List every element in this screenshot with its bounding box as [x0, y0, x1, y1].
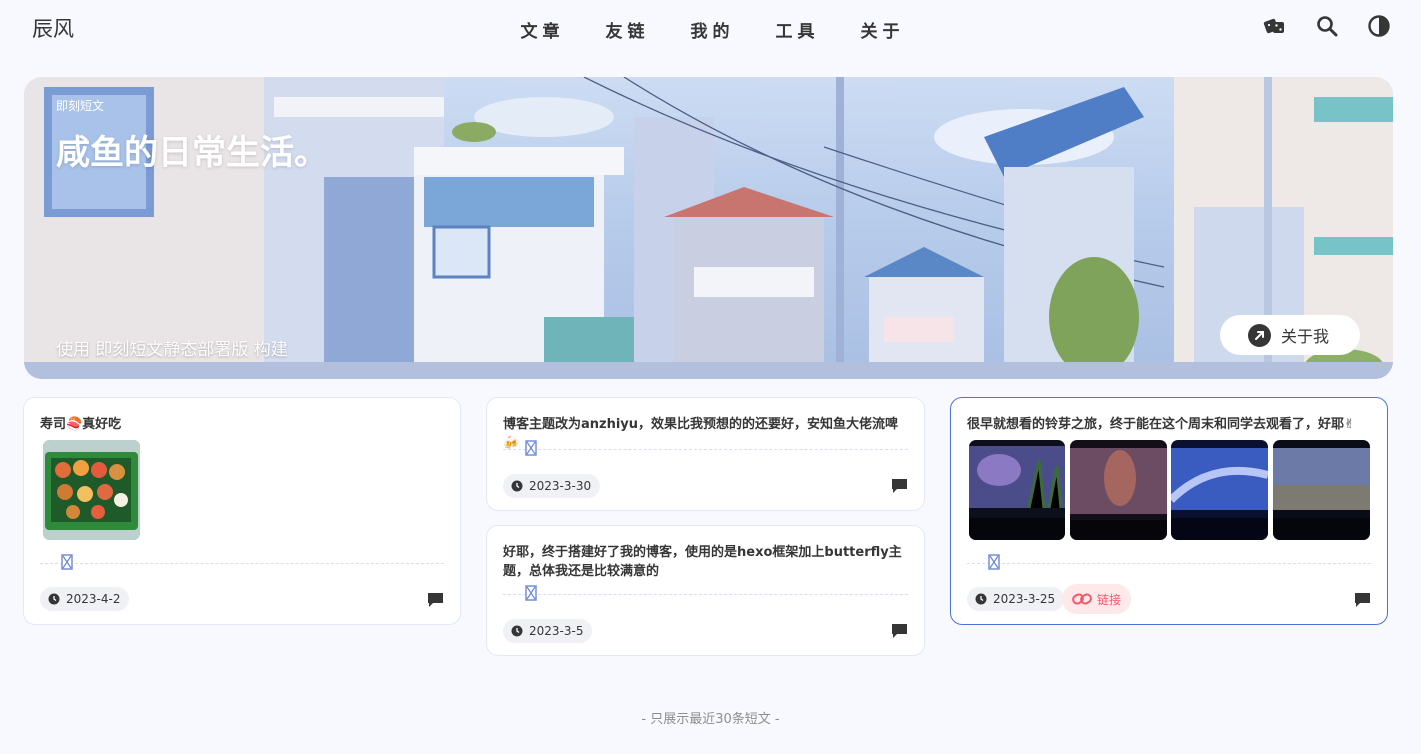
post-date: 2023-3-30: [503, 474, 601, 498]
comment-icon[interactable]: [427, 592, 444, 608]
movie-photo[interactable]: [969, 440, 1065, 540]
hourglass-icon: [988, 554, 1000, 570]
post-date: 2023-4-2: [40, 587, 130, 611]
nav-actions: [1263, 14, 1391, 38]
post-date-text: 2023-3-5: [529, 624, 584, 638]
hourglass-icon: [525, 585, 537, 601]
post-card[interactable]: 好耶，终于搭建好了我的博客，使用的是hexo框架加上butterfly主题，总体…: [486, 525, 925, 656]
post-text: 寿司🍣真好吃: [40, 417, 122, 432]
post-card[interactable]: 寿司🍣真好吃 2023-4-2: [23, 397, 461, 625]
top-nav: 辰风 文章 友链 我的 工具 关于: [0, 0, 1421, 54]
theme-toggle-icon[interactable]: [1367, 14, 1391, 38]
clock-icon: [48, 593, 60, 605]
post-text: 博客主题改为anzhiyu，效果比我预想的的还要好，安知鱼大佬流啤🍻: [503, 417, 899, 451]
link-icon: [1072, 593, 1092, 605]
post-text: 好耶，终于搭建好了我的博客，使用的是hexo框架加上butterfly主题，总体…: [503, 545, 902, 579]
hourglass-icon: [525, 440, 537, 456]
clock-icon: [975, 593, 987, 605]
comment-icon[interactable]: [891, 623, 908, 639]
post-date-text: 2023-3-25: [993, 592, 1056, 606]
menu-item-about[interactable]: 关于: [840, 17, 925, 42]
divider: [40, 563, 444, 564]
banner-tag: 即刻短文: [56, 99, 105, 113]
hourglass-icon: [61, 554, 73, 570]
post-text: 很早就想看的铃芽之旅，终于能在这个周末和同学去观看了，好耶✌: [967, 417, 1355, 432]
sushi-photo[interactable]: [43, 440, 140, 540]
banner-illustration: [24, 77, 1393, 379]
comment-icon[interactable]: [1354, 592, 1371, 608]
link-label: 链接: [1097, 592, 1122, 607]
footer-note: - 只展示最近30条短文 -: [641, 712, 780, 727]
clock-icon: [511, 625, 523, 637]
post-card[interactable]: 博客主题改为anzhiyu，效果比我预想的的还要好，安知鱼大佬流啤🍻 2023-…: [486, 397, 925, 511]
menu-item-friends[interactable]: 友链: [585, 17, 670, 42]
about-me-button[interactable]: 关于我: [1220, 315, 1360, 355]
banner-title: 咸鱼的日常生活。: [56, 133, 328, 173]
menu-item-mine[interactable]: 我的: [670, 17, 755, 42]
hero-banner: 即刻短文 咸鱼的日常生活。 使用 即刻短文静态部署版 构建 关于我: [24, 77, 1393, 379]
site-brand[interactable]: 辰风: [32, 13, 74, 43]
movie-photo[interactable]: [1273, 440, 1370, 540]
menu-item-articles[interactable]: 文章: [500, 17, 585, 42]
movie-photo[interactable]: [1171, 440, 1268, 540]
post-date: 2023-3-5: [503, 619, 593, 643]
arrow-up-right-icon: [1248, 323, 1271, 347]
post-date-text: 2023-3-30: [529, 479, 592, 493]
post-date-text: 2023-4-2: [66, 592, 121, 606]
post-date: 2023-3-25: [967, 587, 1065, 611]
divider: [503, 449, 908, 450]
menu-item-tools[interactable]: 工具: [755, 17, 840, 42]
divider: [503, 594, 908, 595]
movie-photo[interactable]: [1070, 440, 1167, 540]
post-card[interactable]: 很早就想看的铃芽之旅，终于能在这个周末和同学去观看了，好耶✌ 2023-3-25…: [950, 397, 1388, 625]
search-icon[interactable]: [1315, 14, 1339, 38]
dice-icon[interactable]: [1263, 14, 1287, 38]
link-chip[interactable]: 链接: [1062, 584, 1132, 614]
comment-icon[interactable]: [891, 478, 908, 494]
banner-description: 使用 即刻短文静态部署版 构建: [56, 340, 288, 360]
divider: [967, 563, 1371, 564]
about-me-label: 关于我: [1281, 327, 1330, 346]
clock-icon: [511, 480, 523, 492]
main-menu: 文章 友链 我的 工具 关于: [500, 17, 925, 42]
